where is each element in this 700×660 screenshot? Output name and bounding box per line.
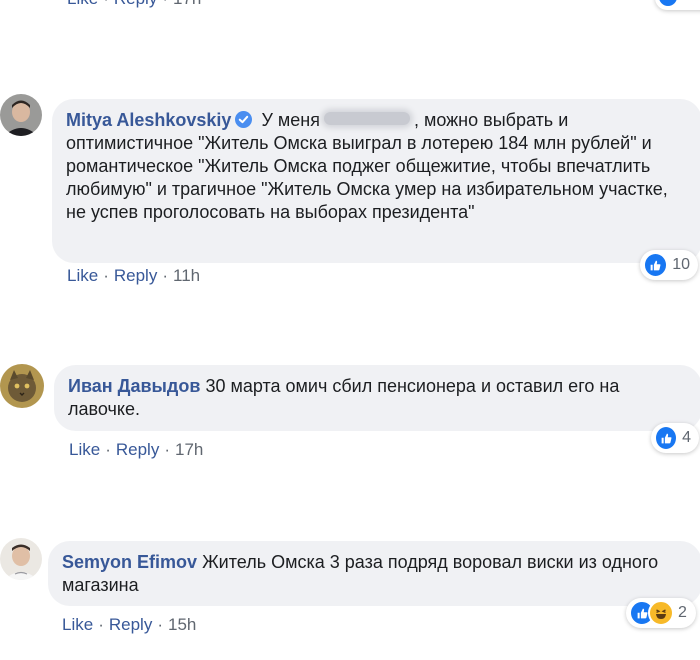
comment-time: 11h [173, 266, 201, 285]
comment-meta: Like · Reply · 11h [67, 266, 200, 286]
comment-meta-partial: Like · Reply · 17h [67, 0, 201, 9]
separator-dot: · [162, 0, 168, 8]
comment-bubble: Semyon Efimov Житель Омска 3 раза подряд… [48, 541, 700, 606]
haha-icon [648, 600, 674, 626]
comment-time: 17h [173, 0, 201, 8]
reaction-summary[interactable]: 10 [640, 250, 698, 280]
separator-dot: · [162, 266, 168, 285]
reaction-summary[interactable]: 4 [651, 423, 699, 453]
avatar[interactable] [0, 94, 42, 136]
separator-dot: · [98, 615, 104, 634]
comment-bubble: Mitya Aleshkovskiy У меня, можно выбрать… [52, 99, 700, 263]
comment-meta: Like · Reply · 17h [69, 440, 203, 460]
comment-time: 17h [175, 440, 204, 459]
separator-dot: · [164, 440, 170, 459]
comment-author[interactable]: Иван Давыдов [68, 376, 200, 396]
reaction-summary[interactable]: 2 [626, 598, 696, 628]
reaction-count: 2 [678, 604, 687, 621]
reply-link[interactable]: Reply [109, 615, 152, 634]
like-icon [654, 425, 679, 451]
separator-dot: · [105, 440, 111, 459]
avatar[interactable] [0, 538, 42, 580]
blurred-text [323, 112, 410, 125]
comment-author[interactable]: Mitya Aleshkovskiy [66, 110, 231, 130]
like-link[interactable]: Like [67, 0, 98, 8]
like-icon [643, 252, 669, 278]
like-icon [659, 0, 677, 6]
comment-author[interactable]: Semyon Efimov [62, 552, 197, 572]
reply-link[interactable]: Reply [114, 266, 157, 285]
comment-meta: Like · Reply · 15h [62, 615, 196, 635]
separator-dot: · [103, 0, 109, 8]
reaction-summary-partial[interactable] [655, 0, 700, 10]
reply-link[interactable]: Reply [116, 440, 159, 459]
like-link[interactable]: Like [69, 440, 100, 459]
comment-bubble: Иван Давыдов 30 марта омич сбил пенсионе… [54, 365, 700, 431]
reaction-count: 4 [682, 429, 691, 446]
like-link[interactable]: Like [62, 615, 93, 634]
avatar[interactable] [0, 364, 44, 408]
like-link[interactable]: Like [67, 266, 98, 285]
reply-link[interactable]: Reply [114, 0, 157, 8]
verified-badge-icon [235, 111, 253, 128]
separator-dot: · [157, 615, 163, 634]
reaction-count: 10 [672, 256, 690, 273]
comment-time: 15h [168, 615, 197, 634]
comment-text: У меня [261, 110, 320, 130]
separator-dot: · [103, 266, 109, 285]
